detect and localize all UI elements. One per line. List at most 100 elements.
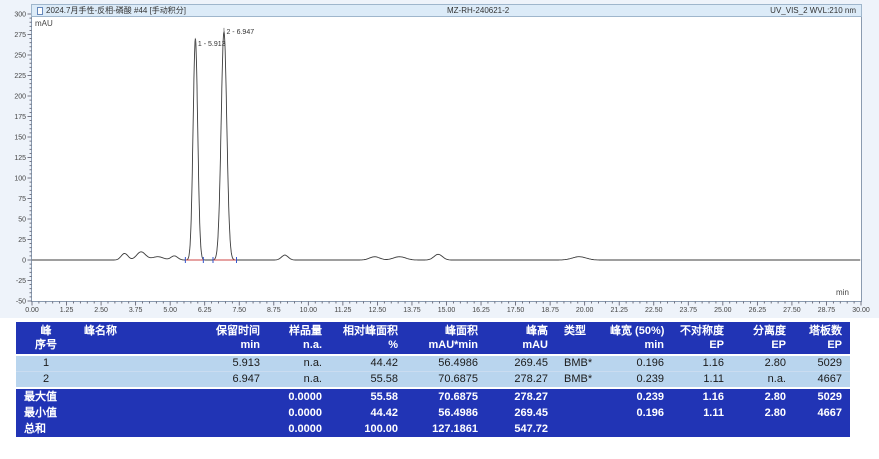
result-cell: 4667 bbox=[794, 372, 850, 389]
x-tick-label: 2.50 bbox=[94, 307, 108, 314]
summary-cell bbox=[732, 421, 794, 437]
x-tick-label: 1.25 bbox=[60, 307, 74, 314]
result-row[interactable]: 26.947n.a.55.5870.6875278.27BMB*0.2391.1… bbox=[16, 372, 850, 389]
result-cell: n.a. bbox=[268, 355, 330, 372]
x-tick-label: 27.50 bbox=[783, 307, 801, 314]
column-header: 不对称度EP bbox=[672, 322, 732, 355]
chromatogram-report: -50-250255075100125150175200225250275300… bbox=[0, 0, 879, 459]
x-tick-label: 5.00 bbox=[163, 307, 177, 314]
results-header-row: 峰序号峰名称 保留时间min样品量n.a.相对峰面积%峰面积mAU*min峰高m… bbox=[16, 322, 850, 355]
y-tick-label: 275 bbox=[14, 32, 26, 39]
x-tick-label: 12.50 bbox=[369, 307, 387, 314]
summary-cell: 2.80 bbox=[732, 388, 794, 405]
x-tick-label: 30.00 bbox=[852, 307, 870, 314]
peak-label[interactable]: 2 - 6.947 bbox=[226, 29, 254, 36]
summary-cell: 547.72 bbox=[486, 421, 556, 437]
result-cell: 269.45 bbox=[486, 355, 556, 372]
summary-cell: 55.58 bbox=[330, 388, 406, 405]
result-cell: 1 bbox=[16, 355, 76, 372]
y-tick-label: 75 bbox=[18, 196, 26, 203]
summary-row[interactable]: 最小值0.000044.4256.4986269.450.1961.112.80… bbox=[16, 405, 850, 421]
injection-icon bbox=[37, 7, 43, 15]
result-cell: 6.947 bbox=[180, 372, 268, 389]
y-axis-unit-label: mAU bbox=[35, 19, 53, 28]
column-header: 峰宽 (50%)min bbox=[602, 322, 672, 355]
chromatogram-panel: -50-250255075100125150175200225250275300… bbox=[0, 0, 879, 318]
result-cell: n.a. bbox=[732, 372, 794, 389]
summary-cell: 0.239 bbox=[602, 388, 672, 405]
y-tick-label: 25 bbox=[18, 237, 26, 244]
column-header: 相对峰面积% bbox=[330, 322, 406, 355]
summary-cell bbox=[602, 421, 672, 437]
x-axis-unit-label: min bbox=[836, 288, 849, 297]
x-tick-label: 23.75 bbox=[680, 307, 698, 314]
result-cell: 0.239 bbox=[602, 372, 672, 389]
y-tick-label: 250 bbox=[14, 53, 26, 60]
x-tick-label: 7.50 bbox=[232, 307, 246, 314]
column-header: 保留时间min bbox=[180, 322, 268, 355]
result-cell bbox=[76, 355, 180, 372]
column-header: 塔板数EP bbox=[794, 322, 850, 355]
result-cell: n.a. bbox=[268, 372, 330, 389]
chromatogram-plot[interactable]: -50-250255075100125150175200225250275300… bbox=[0, 0, 879, 318]
y-tick-label: 50 bbox=[18, 217, 26, 224]
x-tick-label: 15.00 bbox=[438, 307, 456, 314]
result-cell: 44.42 bbox=[330, 355, 406, 372]
x-tick-label: 17.50 bbox=[507, 307, 525, 314]
result-cell: 5029 bbox=[794, 355, 850, 372]
summary-cell: 56.4986 bbox=[406, 405, 486, 421]
summary-cell bbox=[794, 421, 850, 437]
y-tick-label: 100 bbox=[14, 176, 26, 183]
column-header: 类型 bbox=[556, 322, 602, 355]
x-tick-label: 18.75 bbox=[541, 307, 559, 314]
result-cell: 0.196 bbox=[602, 355, 672, 372]
y-tick-label: 225 bbox=[14, 73, 26, 80]
summary-cell: 0.0000 bbox=[268, 405, 330, 421]
result-cell: 55.58 bbox=[330, 372, 406, 389]
y-tick-label: 200 bbox=[14, 94, 26, 101]
summary-cell: 127.1861 bbox=[406, 421, 486, 437]
result-cell: 1.11 bbox=[672, 372, 732, 389]
x-tick-label: 8.75 bbox=[267, 307, 281, 314]
x-tick-label: 6.25 bbox=[198, 307, 212, 314]
result-cell: 70.6875 bbox=[406, 372, 486, 389]
results-table: 峰序号峰名称 保留时间min样品量n.a.相对峰面积%峰面积mAU*min峰高m… bbox=[16, 322, 850, 437]
result-cell: 56.4986 bbox=[406, 355, 486, 372]
summary-cell bbox=[672, 421, 732, 437]
summary-cell: 5029 bbox=[794, 388, 850, 405]
column-header: 样品量n.a. bbox=[268, 322, 330, 355]
summary-cell: 2.80 bbox=[732, 405, 794, 421]
x-tick-label: 11.25 bbox=[334, 307, 351, 314]
summary-cell: 0.0000 bbox=[268, 388, 330, 405]
x-tick-label: 13.75 bbox=[403, 307, 421, 314]
column-header: 分离度EP bbox=[732, 322, 794, 355]
detector-channel: UV_VIS_2 WVL:210 nm bbox=[770, 5, 856, 16]
result-cell: BMB* bbox=[556, 372, 602, 389]
x-tick-label: 16.25 bbox=[472, 307, 490, 314]
x-tick-label: 22.50 bbox=[645, 307, 663, 314]
summary-cell bbox=[556, 421, 602, 437]
column-header: 峰名称 bbox=[76, 322, 180, 355]
summary-cell: 100.00 bbox=[330, 421, 406, 437]
result-cell bbox=[76, 372, 180, 389]
summary-cell: 44.42 bbox=[330, 405, 406, 421]
summary-label: 最大值 bbox=[16, 388, 268, 405]
summary-cell: 70.6875 bbox=[406, 388, 486, 405]
summary-cell: 0.196 bbox=[602, 405, 672, 421]
summary-row[interactable]: 总和0.0000100.00127.1861547.72 bbox=[16, 421, 850, 437]
plot-header-strip: 2024.7月手性-反相-磷酸 #44 [手动积分] MZ-RH-240621-… bbox=[31, 4, 862, 17]
result-cell: 5.913 bbox=[180, 355, 268, 372]
y-tick-label: 125 bbox=[14, 155, 26, 162]
summary-cell: 269.45 bbox=[486, 405, 556, 421]
summary-row[interactable]: 最大值0.000055.5870.6875278.270.2391.162.80… bbox=[16, 388, 850, 405]
result-cell: 1.16 bbox=[672, 355, 732, 372]
summary-label: 最小值 bbox=[16, 405, 268, 421]
summary-cell bbox=[556, 388, 602, 405]
x-tick-label: 21.25 bbox=[610, 307, 628, 314]
summary-cell: 278.27 bbox=[486, 388, 556, 405]
y-tick-label: 150 bbox=[14, 135, 26, 142]
y-tick-label: 175 bbox=[14, 114, 26, 121]
x-tick-label: 25.00 bbox=[714, 307, 732, 314]
peak-label[interactable]: 1 - 5.913 bbox=[198, 41, 226, 48]
result-row[interactable]: 15.913n.a.44.4256.4986269.45BMB*0.1961.1… bbox=[16, 355, 850, 372]
